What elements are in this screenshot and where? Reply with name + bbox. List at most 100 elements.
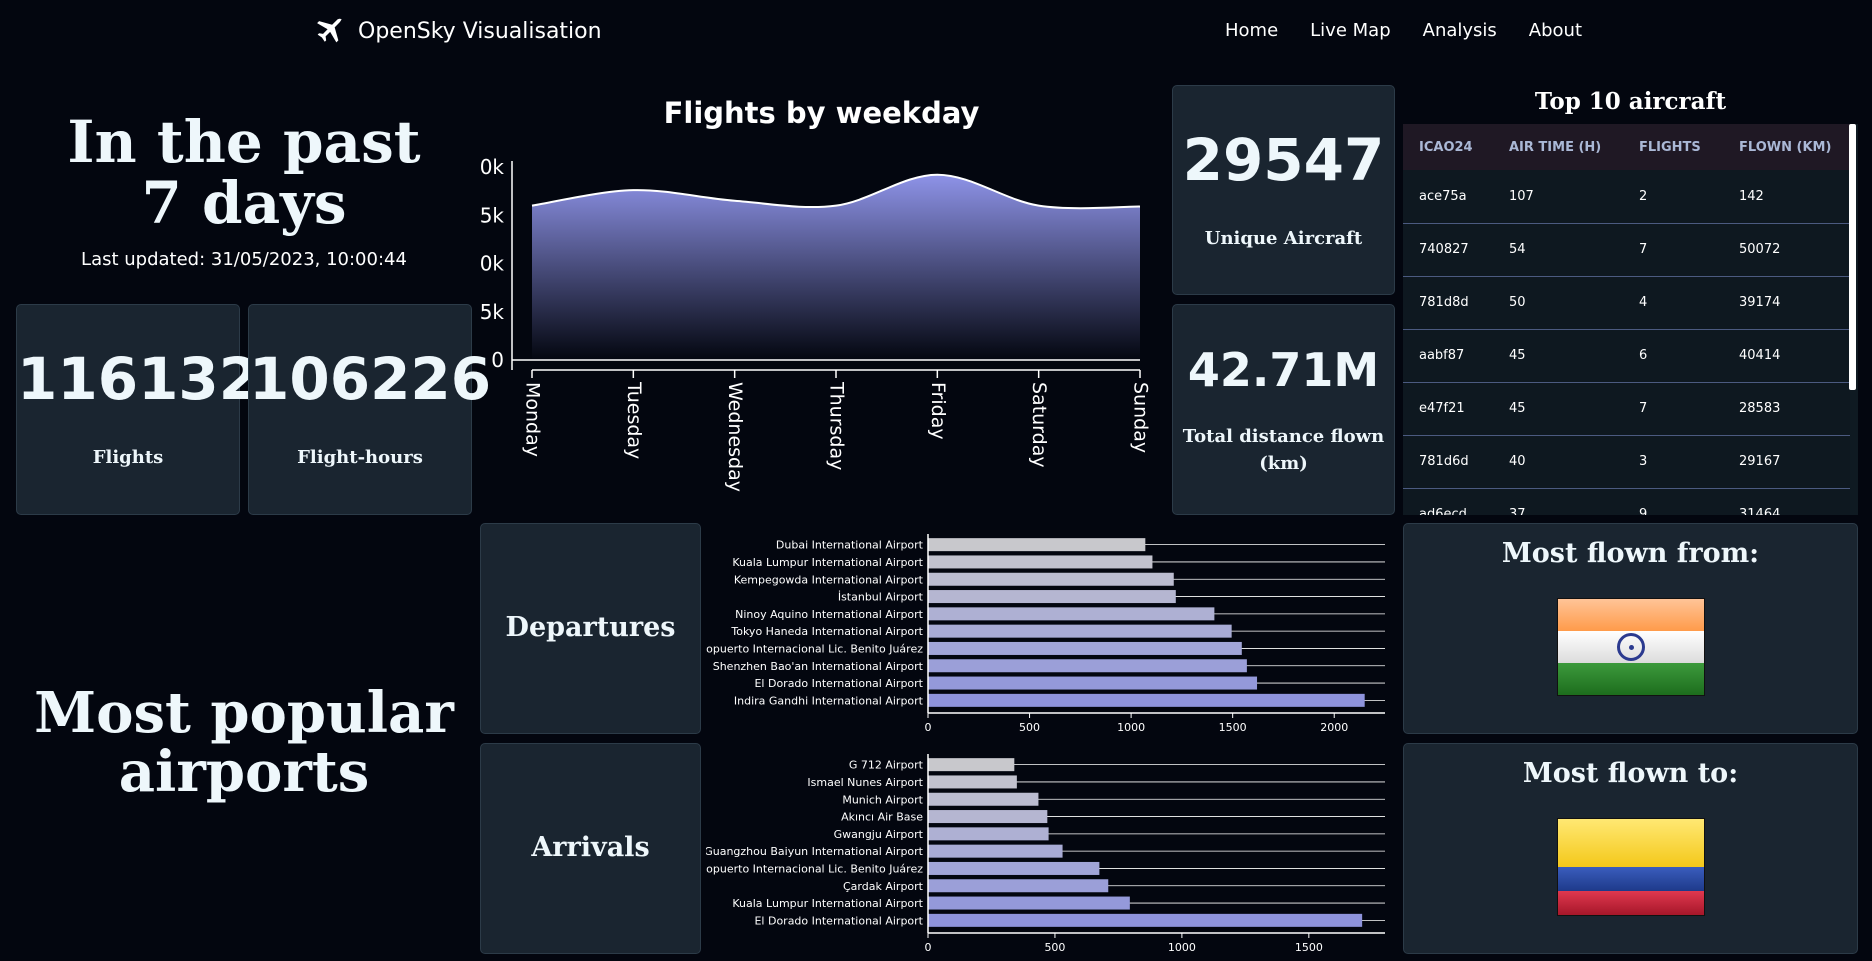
airport-bar[interactable] bbox=[928, 913, 1363, 927]
table-row: ad6ecd 37 9 31464 bbox=[1403, 488, 1850, 515]
bar-x-tick-label: 1500 bbox=[1295, 941, 1323, 952]
weekday-y-tick-label: 15k bbox=[480, 203, 504, 227]
weekday-x-tick-label: Sunday bbox=[1130, 382, 1152, 453]
airport-bar[interactable] bbox=[928, 538, 1146, 552]
cell-flown: 142 bbox=[1723, 170, 1850, 224]
airport-bar[interactable] bbox=[928, 676, 1258, 690]
flights-value: 116132 bbox=[17, 345, 260, 413]
airport-bar-label: Gwangju Airport bbox=[834, 828, 924, 841]
airport-bar-label: Ninoy Aquino International Airport bbox=[735, 608, 924, 621]
airport-bar[interactable] bbox=[928, 896, 1130, 910]
airport-bar-label: Kuala Lumpur International Airport bbox=[732, 556, 923, 569]
airport-bar[interactable] bbox=[928, 792, 1039, 806]
airport-bar[interactable] bbox=[928, 693, 1365, 707]
col-icao24[interactable]: ICAO24 bbox=[1403, 124, 1493, 170]
airport-bar[interactable] bbox=[928, 555, 1153, 569]
table-row: 740827 54 7 50072 bbox=[1403, 223, 1850, 277]
cell-flown: 31464 bbox=[1723, 488, 1850, 515]
airport-bar[interactable] bbox=[928, 572, 1174, 586]
airport-bar-label: Kuala Lumpur International Airport bbox=[732, 897, 923, 910]
airport-bar[interactable] bbox=[928, 810, 1048, 824]
most-flown-to-card: Most flown to: bbox=[1403, 743, 1858, 954]
table-header-row: ICAO24 AIR TIME (H) FLIGHTS FLOWN (KM) bbox=[1403, 124, 1850, 170]
flight-hours-card: 106226 Flight-hours bbox=[248, 304, 491, 515]
departures-label: Departures bbox=[505, 612, 676, 643]
airport-bar[interactable] bbox=[928, 641, 1242, 655]
airport-bar-label: Tokyo Haneda International Airport bbox=[730, 625, 923, 638]
nav-link-about[interactable]: About bbox=[1529, 20, 1582, 41]
cell-flights: 6 bbox=[1623, 329, 1723, 383]
cell-flights: 7 bbox=[1623, 382, 1723, 436]
bar-x-tick-label: 500 bbox=[1019, 721, 1040, 732]
cell-air-time: 45 bbox=[1493, 382, 1623, 436]
cell-icao24: e47f21 bbox=[1403, 382, 1493, 436]
airport-bar-label: Indira Gandhi International Airport bbox=[734, 694, 924, 707]
top-aircraft-table-container[interactable]: ICAO24 AIR TIME (H) FLIGHTS FLOWN (KM) a… bbox=[1403, 124, 1858, 515]
nav-link-analysis[interactable]: Analysis bbox=[1423, 20, 1497, 41]
weekday-y-tick-label: 20k bbox=[480, 155, 504, 179]
col-flights[interactable]: FLIGHTS bbox=[1623, 124, 1723, 170]
bar-x-tick-label: 2000 bbox=[1320, 721, 1348, 732]
airport-bar-label: Guangzhou Baiyun International Airport bbox=[706, 845, 924, 858]
brand[interactable]: OpenSky Visualisation bbox=[312, 14, 602, 48]
airport-bar[interactable] bbox=[928, 861, 1100, 875]
airport-bar-label: İstanbul Airport bbox=[838, 591, 924, 604]
cell-flights: 7 bbox=[1623, 223, 1723, 277]
airport-bar[interactable] bbox=[928, 844, 1063, 858]
airport-bar[interactable] bbox=[928, 607, 1215, 621]
airport-bar[interactable] bbox=[928, 659, 1247, 673]
airport-bar[interactable] bbox=[928, 590, 1176, 604]
cell-icao24: aabf87 bbox=[1403, 329, 1493, 383]
cell-icao24: 781d6d bbox=[1403, 435, 1493, 489]
brand-name: OpenSky Visualisation bbox=[358, 18, 602, 44]
weekday-x-tick-label: Friday bbox=[927, 382, 949, 440]
cell-flown: 40414 bbox=[1723, 329, 1850, 383]
flight-hours-label: Flight-hours bbox=[297, 447, 423, 468]
col-air-time[interactable]: AIR TIME (H) bbox=[1493, 124, 1623, 170]
unique-aircraft-value: 29547 bbox=[1182, 126, 1385, 194]
airport-bar-label: Dubai International Airport bbox=[776, 539, 924, 552]
bar-x-tick-label: 0 bbox=[925, 941, 932, 952]
cell-air-time: 107 bbox=[1493, 170, 1623, 224]
airport-bar[interactable] bbox=[928, 879, 1109, 893]
weekday-y-tick-label: 5k bbox=[480, 300, 504, 324]
summary-heading: In the past 7 days bbox=[67, 108, 421, 237]
cell-air-time: 54 bbox=[1493, 223, 1623, 277]
cell-flights: 9 bbox=[1623, 488, 1723, 515]
flights-label: Flights bbox=[92, 447, 164, 468]
airplane-icon bbox=[317, 18, 342, 43]
cell-flown: 39174 bbox=[1723, 276, 1850, 330]
airport-bar[interactable] bbox=[928, 827, 1049, 841]
weekday-area bbox=[532, 174, 1140, 360]
table-scrollbar[interactable] bbox=[1849, 124, 1856, 390]
nav-link-home[interactable]: Home bbox=[1225, 20, 1278, 41]
unique-aircraft-card: 29547 Unique Aircraft bbox=[1172, 85, 1395, 295]
table-row: 781d8d 50 4 39174 bbox=[1403, 276, 1850, 330]
nav-link-live-map[interactable]: Live Map bbox=[1310, 20, 1390, 41]
india-flag-icon bbox=[1557, 598, 1705, 696]
airport-bar-label: Çardak Airport bbox=[843, 880, 924, 893]
table-row: 781d6d 40 3 29167 bbox=[1403, 435, 1850, 489]
airport-bar[interactable] bbox=[928, 624, 1232, 638]
airport-bar-label: El Dorado International Airport bbox=[754, 914, 923, 927]
bar-x-tick-label: 0 bbox=[925, 721, 932, 732]
departures-card: Departures bbox=[480, 523, 701, 734]
arrivals-card: Arrivals bbox=[480, 743, 701, 954]
bar-x-tick-label: 1000 bbox=[1117, 721, 1145, 732]
cell-flown: 28583 bbox=[1723, 382, 1850, 436]
unique-aircraft-label: Unique Aircraft bbox=[1204, 228, 1363, 249]
airport-bar-label: Ismael Nunes Airport bbox=[807, 776, 923, 789]
most-flown-to-label: Most flown to: bbox=[1522, 758, 1739, 789]
weekday-x-tick-label: Monday bbox=[522, 382, 544, 457]
cell-icao24: ad6ecd bbox=[1403, 488, 1493, 515]
airport-bar[interactable] bbox=[928, 775, 1017, 789]
most-flown-from-card: Most flown from: bbox=[1403, 523, 1858, 734]
top-aircraft-title: Top 10 aircraft bbox=[1534, 88, 1727, 115]
bar-x-tick-label: 1500 bbox=[1219, 721, 1247, 732]
airport-bar[interactable] bbox=[928, 758, 1015, 772]
col-flown[interactable]: FLOWN (KM) bbox=[1723, 124, 1850, 170]
cell-flown: 50072 bbox=[1723, 223, 1850, 277]
most-flown-from-label: Most flown from: bbox=[1501, 538, 1760, 569]
cell-air-time: 40 bbox=[1493, 435, 1623, 489]
airport-bar-label: opuerto Internacional Lic. Benito Juárez bbox=[706, 642, 923, 655]
